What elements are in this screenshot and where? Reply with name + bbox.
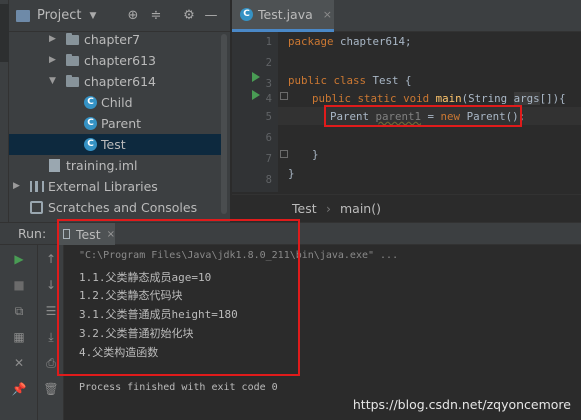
line-number: 7 — [265, 153, 272, 165]
project-panel: Project ▼ ⊕ ≑ ⚙ — ▶ chapter7 ▶ chapter61… — [9, 0, 231, 222]
project-header: Project ▼ ⊕ ≑ ⚙ — — [9, 0, 230, 32]
chevron-right-icon[interactable]: ▶ — [49, 29, 56, 50]
tree-item-scratches[interactable]: Scratches and Consoles — [9, 197, 221, 218]
breadcrumb-item-test[interactable]: Test — [292, 201, 317, 216]
libraries-icon — [30, 181, 44, 192]
breadcrumb: Test › main() — [232, 194, 581, 222]
run-main-icon[interactable] — [252, 90, 260, 100]
hide-icon[interactable]: — — [203, 8, 219, 24]
tree-item-label: Child — [101, 95, 133, 110]
tab-test-java[interactable]: C Test.java × — [232, 0, 334, 32]
folder-icon — [66, 75, 79, 87]
run-toolbar: ▶ ■ ⧉ ▦ ✕ 📌 — [0, 245, 38, 420]
fold-icon[interactable] — [280, 92, 288, 100]
line-number: 6 — [265, 132, 272, 144]
collapse-icon[interactable]: ≑ — [148, 8, 164, 24]
class-icon: C — [240, 8, 253, 21]
trash-icon[interactable]: 🗑 — [43, 381, 59, 397]
project-scrollbar[interactable] — [221, 34, 227, 214]
tree-item-chapter613[interactable]: ▶ chapter613 — [9, 50, 221, 71]
tree-item-label: External Libraries — [48, 179, 158, 194]
layout-icon[interactable]: ▦ — [11, 329, 27, 345]
fold-icon[interactable] — [280, 150, 288, 158]
highlight-box-code — [324, 105, 522, 127]
code-line-7: } — [312, 148, 319, 161]
code-line-3: public class Test { — [288, 74, 412, 87]
close-icon[interactable]: × — [323, 8, 332, 21]
scratches-icon — [30, 201, 43, 214]
code-line-1: package chapter614; — [288, 35, 412, 48]
rerun-icon[interactable]: ▶ — [11, 251, 27, 267]
tree-item-child[interactable]: C Child — [9, 92, 221, 113]
folder-icon — [66, 33, 79, 45]
close-panel-icon[interactable]: ✕ — [11, 355, 27, 371]
code-line-4: public static void main(String args[]){ — [312, 92, 566, 105]
class-icon: C — [84, 117, 97, 130]
run-class-icon[interactable] — [252, 72, 260, 82]
tree-item-label: Test — [101, 137, 126, 152]
project-tool-tab[interactable] — [0, 4, 9, 62]
tree-item-label: Scratches and Consoles — [48, 200, 198, 215]
left-tool-strip — [0, 0, 9, 222]
tree-item-test[interactable]: C Test — [9, 134, 221, 155]
pin-icon[interactable]: 📌 — [11, 381, 27, 397]
restore-layout-icon[interactable]: ⧉ — [11, 303, 27, 319]
tree-item-label: chapter613 — [84, 53, 156, 68]
class-icon: C — [84, 138, 97, 151]
crosshair-icon[interactable]: ⊕ — [125, 8, 141, 24]
highlight-box-console — [57, 219, 300, 376]
folder-icon — [66, 54, 79, 66]
code-line-8: } — [288, 167, 295, 180]
tree-item-label: training.iml — [66, 158, 138, 173]
line-number: 8 — [265, 174, 272, 186]
line-gutter: 1 2 3 4 5 6 7 8 — [232, 32, 278, 192]
breadcrumb-item-main[interactable]: main() — [340, 201, 381, 216]
run-label: Run: — [18, 226, 47, 241]
stop-icon[interactable]: ■ — [11, 277, 27, 293]
tree-item-external-libraries[interactable]: ▶ External Libraries — [9, 176, 221, 197]
tree-item-label: chapter7 — [84, 32, 141, 47]
file-icon — [49, 159, 60, 172]
line-number: 5 — [265, 111, 272, 123]
tree-item-label: Parent — [101, 116, 142, 131]
console-line: Process finished with exit code 0 — [79, 382, 278, 393]
line-number: 1 — [265, 36, 272, 48]
chevron-right-icon[interactable]: ▶ — [49, 50, 56, 71]
breadcrumb-separator: › — [326, 201, 331, 216]
line-number: 2 — [265, 57, 272, 69]
tab-label: Test.java — [258, 7, 313, 22]
class-icon: C — [84, 96, 97, 109]
project-title[interactable]: Project — [37, 8, 81, 23]
chevron-right-icon[interactable]: ▶ — [13, 176, 20, 197]
tree-item-label: chapter614 — [84, 74, 156, 89]
watermark: https://blog.csdn.net/zqyoncemore — [352, 397, 571, 412]
gear-icon[interactable]: ⚙ — [181, 8, 197, 24]
tree-item-chapter614[interactable]: ▼ chapter614 — [9, 71, 221, 92]
project-icon — [16, 9, 30, 22]
chevron-down-icon[interactable]: ▼ — [49, 71, 56, 92]
editor-tab-bar: C Test.java × — [232, 0, 581, 32]
tree-item-training-iml[interactable]: training.iml — [9, 155, 221, 176]
chevron-down-icon[interactable]: ▼ — [89, 11, 96, 21]
tree-item-chapter7[interactable]: ▶ chapter7 — [9, 29, 221, 50]
tree-item-parent[interactable]: C Parent — [9, 113, 221, 134]
